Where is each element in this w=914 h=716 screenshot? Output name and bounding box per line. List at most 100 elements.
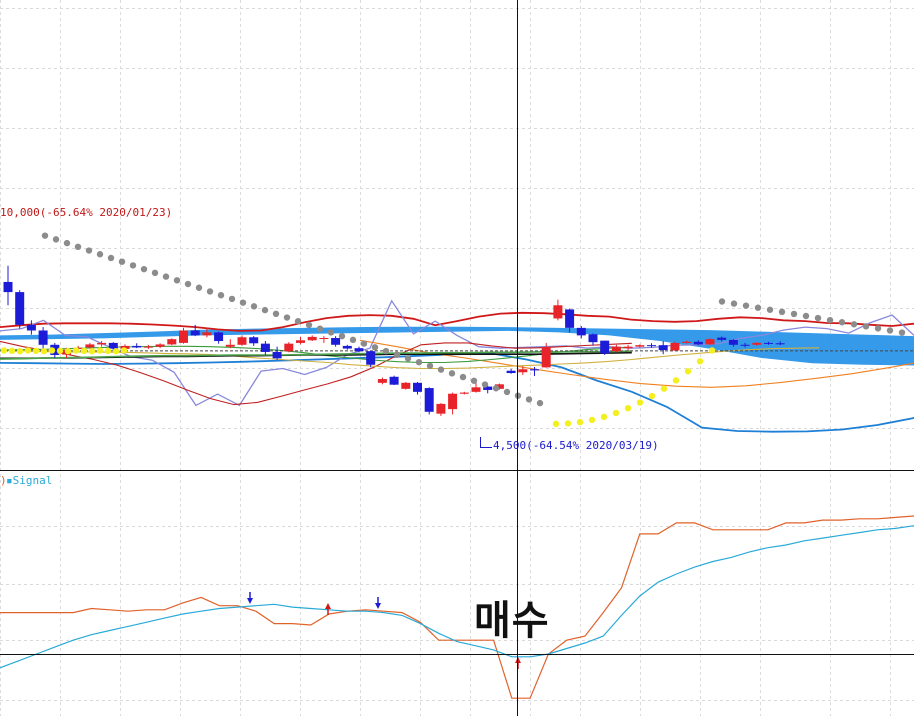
sar-dot [0,347,8,354]
candle-body [623,346,633,349]
buy-signal-label: 매수 [474,598,550,644]
stock-chart: 10,000(-65.64% 2020/01/23) 4,500(-64.54%… [0,0,914,716]
sar-dot [294,318,302,325]
sar-dot [481,381,489,388]
candle-body [225,344,235,347]
sar-dot [316,325,324,332]
sar-dot [382,347,390,355]
candle-body [611,346,621,352]
indicator-lines [0,299,914,433]
sar-dot [63,239,71,247]
sar-dot [48,347,56,354]
sar-dot [118,258,126,265]
sar-dot [217,291,225,299]
sar-dot [8,347,16,355]
candle-body [635,345,645,347]
legend-paren: ) [0,474,7,487]
sar-dot [85,247,93,254]
sar-dot [261,306,269,314]
lower-pane [0,515,914,699]
sar-dot [600,413,608,421]
low-annotation: 4,500(-64.54% 2020/03/19) [493,439,659,452]
sar-dot [140,265,148,273]
candle-body [307,336,317,341]
candle-body [214,332,224,342]
indicator-legend: ▪Signal [6,474,52,487]
sar-dot [612,409,620,417]
candle-body [459,392,469,394]
candle-body [26,324,36,331]
sar-dot [239,299,247,306]
sar-dot [470,377,478,384]
candle-body [260,343,270,352]
candle-body [284,343,294,352]
candle-body [553,305,563,319]
sar-dot [636,399,644,406]
candle-body [108,342,118,349]
sar-dot [41,232,49,239]
sar-dot [360,340,368,347]
sar-dot [718,298,726,305]
sar-dot [52,236,60,243]
sar-dot [730,300,738,307]
candle-body [682,341,692,343]
sar-dot [162,273,170,280]
candle-body [143,346,153,348]
sar-dot [40,347,48,355]
sar-dot [660,385,668,392]
candle-body [237,337,247,345]
sar-dot [96,347,104,354]
sar-dot [576,418,584,426]
candle-body [541,347,551,368]
candle-body [647,345,656,347]
candle-body [471,387,481,392]
sar-dot [624,404,632,412]
candle-body [15,292,25,325]
sar-dot [826,316,834,324]
candle-body [775,343,785,345]
candle-body [190,330,200,336]
sar-dot [112,347,120,355]
candle-body [506,370,516,374]
candle-body [588,334,598,343]
sar-dot [16,347,24,355]
candle-body [693,341,703,345]
sar-dot [525,396,533,403]
candle-body [436,403,446,414]
candle-body [132,345,142,348]
signal-arrow [247,598,253,604]
sar-dot [151,269,159,277]
candle-body [424,388,434,412]
indicator-series [0,515,914,699]
sar-dot [250,303,258,310]
candle-body [752,342,762,345]
sar-dot [754,304,762,311]
sar-dot [684,368,692,375]
sar-dot [814,314,822,322]
sar-dot [874,325,882,332]
sar-dot [32,347,40,355]
candle-body [518,369,528,373]
signal-arrow [325,603,331,609]
sar-dot [437,366,445,373]
candle-body [85,344,95,348]
candle-body [249,337,259,344]
candle-body [401,382,411,389]
sar-dot [74,243,82,251]
sar-dot [862,323,870,330]
candle-body [3,281,13,293]
candle-body [366,351,376,365]
sar-dot [552,420,560,428]
sar-dot [338,332,346,340]
sar-dot [72,347,80,354]
sar-dot [173,277,181,284]
sar-dot [448,370,456,377]
candle-body [670,342,680,351]
candle-body [296,340,305,343]
sar-dot [305,321,313,329]
candle-body [728,339,738,345]
sar-dot [228,295,236,303]
sar-dot [80,347,88,355]
sar-dot [886,327,894,334]
candle-body [530,369,539,371]
